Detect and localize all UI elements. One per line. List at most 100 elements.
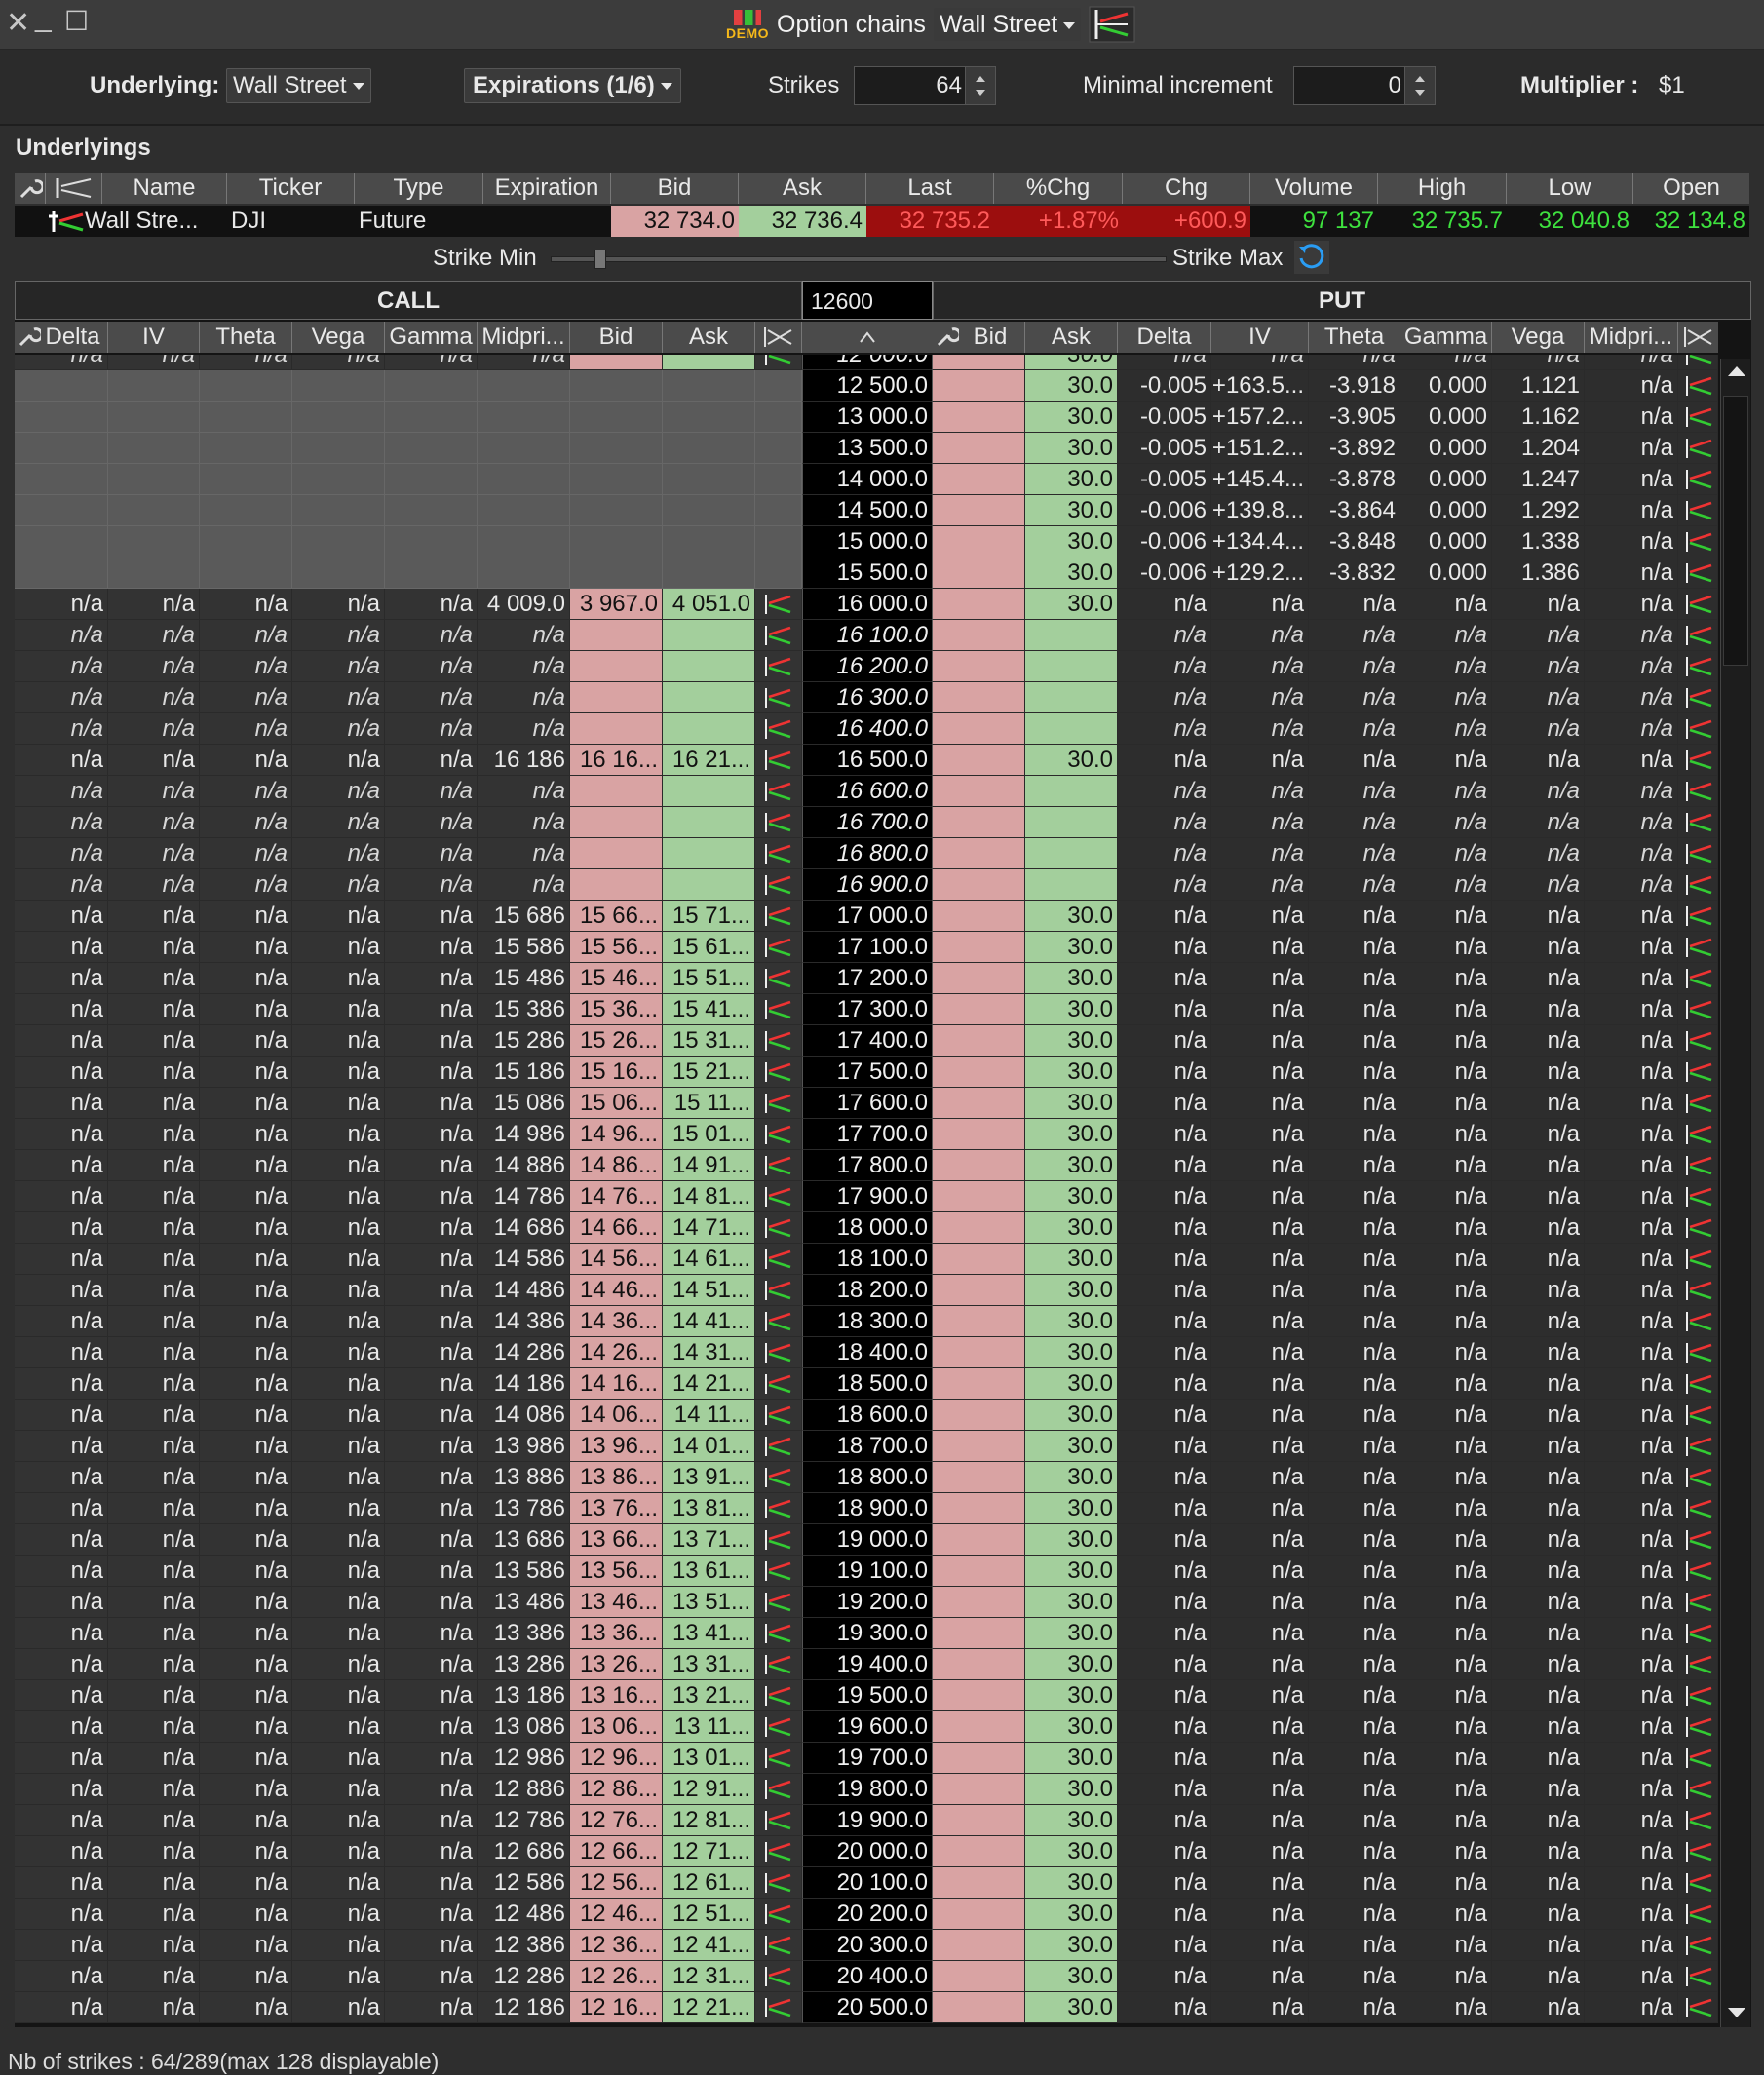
row-action-icon[interactable] [1684,1310,1713,1333]
option-row[interactable]: n/a n/a n/a n/a n/a 12 686 12 66... 12 71... 20 … [15,1836,1718,1867]
vertical-scrollbar[interactable] [1720,359,1750,2027]
call-row-action-cell[interactable] [755,1805,802,1836]
call-ask-cell[interactable]: 14 81... [663,1181,755,1212]
put-ask-cell[interactable]: 30.0 [1025,402,1118,433]
row-action-icon[interactable] [763,1154,792,1177]
option-row[interactable]: n/a n/a n/a n/a n/a 12 386 12 36... 12 41... 20 … [15,1930,1718,1961]
option-row[interactable]: n/a n/a n/a n/a n/a 14 186 14 16... 14 21... 18 … [15,1368,1718,1400]
call-row-action-cell[interactable] [755,589,802,620]
call-row-action-cell[interactable] [755,1368,802,1400]
call-row-action-cell[interactable] [755,651,802,682]
put-bid-cell[interactable] [933,402,1025,433]
option-row[interactable]: n/a n/a n/a n/a n/a 14 086 14 06... 14 11... 18 … [15,1400,1718,1431]
put-col-vega[interactable]: Vega [1492,322,1585,353]
row-action-icon[interactable] [763,355,792,366]
call-ask-cell[interactable] [663,869,755,901]
option-row[interactable]: 14 500.0 30.0 -0.006 +139.8... -3.864 0.000 1.… [15,495,1718,526]
und-col-last[interactable]: Last [866,173,994,204]
row-action-icon[interactable] [1684,1778,1713,1801]
option-rows-viewport[interactable]: n/an/an/an/an/an/a12 000.030.0n/an/an/an… [15,355,1718,2027]
option-row[interactable]: n/a n/a n/a n/a n/a 13 086 13 06... 13 11... 19 … [15,1711,1718,1743]
call-ask-cell[interactable]: 15 71... [663,901,755,932]
call-bid-cell[interactable] [570,713,663,745]
und-col-ticker[interactable]: Ticker [227,173,355,204]
put-bid-cell[interactable] [933,1743,1025,1774]
put-row-action-header-icon[interactable] [1678,322,1718,353]
put-row-action-cell[interactable] [1678,526,1718,557]
option-row[interactable]: 12 500.0 30.0 -0.005 +163.5... -3.918 0.000 1.… [15,370,1718,402]
row-action-icon[interactable] [763,1684,792,1708]
call-ask-cell[interactable]: 14 01... [663,1431,755,1462]
scroll-down-icon[interactable] [1728,2008,1745,2017]
call-ask-cell[interactable]: 13 61... [663,1556,755,1587]
option-row[interactable]: n/a n/a n/a n/a n/a 12 986 12 96... 13 01... 19 … [15,1743,1718,1774]
option-row[interactable]: n/a n/a n/a n/a n/a 12 186 12 16... 12 21... 20 … [15,1992,1718,2023]
put-ask-cell[interactable] [1025,713,1118,745]
call-bid-cell[interactable]: 15 16... [570,1057,663,1088]
row-action-icon[interactable] [1684,1871,1713,1895]
min-increment-stepper[interactable]: 0 [1293,66,1436,105]
put-ask-cell[interactable]: 30.0 [1025,1805,1118,1836]
put-bid-cell[interactable] [933,589,1025,620]
scroll-up-icon[interactable] [1728,366,1745,376]
call-ask-cell[interactable]: 14 61... [663,1244,755,1275]
put-ask-cell[interactable] [1025,869,1118,901]
option-row[interactable]: n/a n/a n/a n/a n/a 13 986 13 96... 14 01... 18 … [15,1431,1718,1462]
und-col-open[interactable]: Open [1633,173,1749,204]
und-col-chg[interactable]: Chg [1123,173,1250,204]
put-bid-cell[interactable] [933,1462,1025,1493]
scroll-thumb[interactable] [1723,396,1748,666]
option-row[interactable]: n/a n/a n/a n/a n/a 15 186 15 16... 15 21... 17 … [15,1057,1718,1088]
row-action-icon[interactable] [763,1029,792,1053]
row-action-icon[interactable] [763,1622,792,1645]
call-row-action-cell[interactable] [755,1743,802,1774]
put-bid-cell[interactable] [933,932,1025,963]
call-row-action-cell[interactable] [755,1836,802,1867]
title-underlying-dropdown[interactable]: Wall Street [933,8,1082,41]
row-action-icon[interactable] [1684,1497,1713,1520]
option-row[interactable]: n/a n/a n/a n/a n/a n/a 16 900.0 n/a n/a n/a n/a n/… [15,869,1718,901]
put-ask-cell[interactable]: 30.0 [1025,433,1118,464]
put-ask-cell[interactable]: 30.0 [1025,1836,1118,1867]
call-row-action-cell[interactable] [755,1181,802,1212]
option-row[interactable]: n/a n/a n/a n/a n/a 13 386 13 36... 13 41... 19 … [15,1618,1718,1649]
und-col-expiration[interactable]: Expiration [483,173,611,204]
option-row[interactable]: 13 500.0 30.0 -0.005 +151.2... -3.892 0.000 1.… [15,433,1718,464]
put-bid-cell[interactable] [933,464,1025,495]
option-row[interactable]: n/a n/a n/a n/a n/a n/a 16 200.0 n/a n/a n/a n/a n/… [15,651,1718,682]
row-action-icon[interactable] [763,936,792,959]
put-bid-cell[interactable] [933,713,1025,745]
und-ask[interactable]: 32 736.4 [739,206,866,237]
put-ask-cell[interactable]: 30.0 [1025,1930,1118,1961]
put-row-action-cell[interactable] [1678,1836,1718,1867]
put-row-action-cell[interactable] [1678,1493,1718,1524]
strike-column-header[interactable] [802,322,933,353]
put-row-action-cell[interactable] [1678,1088,1718,1119]
put-row-action-cell[interactable] [1678,932,1718,963]
put-bid-cell[interactable] [933,433,1025,464]
put-ask-cell[interactable]: 30.0 [1025,1774,1118,1805]
wrench-icon[interactable] [936,322,962,353]
call-ask-cell[interactable]: 14 21... [663,1368,755,1400]
option-row[interactable]: n/a n/a n/a n/a n/a 14 486 14 46... 14 51... 18 … [15,1275,1718,1306]
call-ask-cell[interactable]: 15 31... [663,1025,755,1057]
put-row-action-cell[interactable] [1678,1306,1718,1337]
call-ask-cell[interactable]: 14 31... [663,1337,755,1368]
option-row[interactable]: n/a n/a n/a n/a n/a 12 886 12 86... 12 91... 19 … [15,1774,1718,1805]
center-strike-input[interactable]: 12600 [802,281,933,320]
put-bid-cell[interactable] [933,1181,1025,1212]
call-row-action-cell[interactable] [755,433,802,464]
call-row-action-cell[interactable] [755,1867,802,1899]
put-row-action-cell[interactable] [1678,1212,1718,1244]
maximize-icon[interactable]: ☐ [64,6,89,37]
call-row-action-cell[interactable] [755,838,802,869]
call-row-action-cell[interactable] [755,1431,802,1462]
call-ask-cell[interactable] [663,433,755,464]
row-action-icon[interactable] [763,1871,792,1895]
call-bid-cell[interactable]: 12 26... [570,1961,663,1992]
call-bid-cell[interactable]: 13 16... [570,1680,663,1711]
put-bid-cell[interactable] [933,1867,1025,1899]
put-col-theta[interactable]: Theta [1309,322,1400,353]
call-bid-cell[interactable]: 14 76... [570,1181,663,1212]
put-ask-cell[interactable]: 30.0 [1025,1462,1118,1493]
